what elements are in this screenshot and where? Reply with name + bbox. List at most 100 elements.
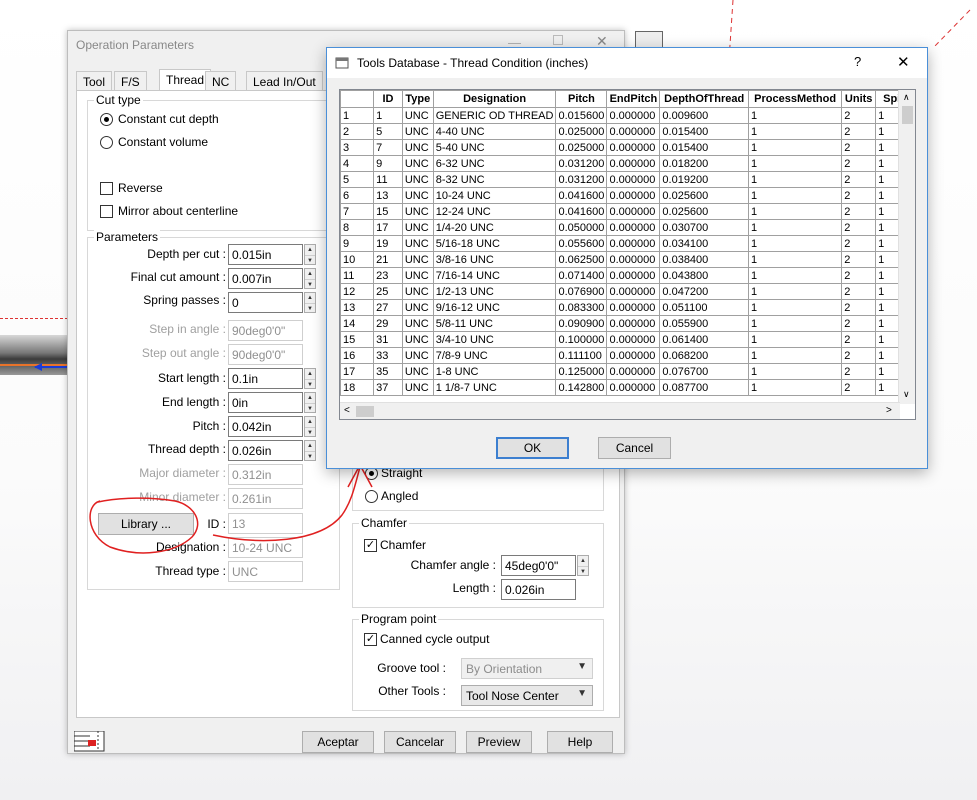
table-cell[interactable]: 7 [373, 139, 403, 156]
table-cell[interactable]: 2 [841, 155, 877, 172]
table-cell[interactable]: 7/8-9 UNC [432, 347, 557, 364]
chamfer-angle-spinner[interactable]: ▲ ▼ [577, 555, 589, 576]
table-cell[interactable]: 9 [373, 155, 403, 172]
horizontal-scroll-thumb[interactable] [356, 406, 374, 417]
start-length-spinner[interactable]: ▲ ▼ [304, 368, 316, 389]
scroll-down-icon[interactable]: ∨ [903, 389, 910, 400]
table-cell[interactable]: 2 [841, 123, 877, 140]
table-cell[interactable]: 0.000000 [606, 155, 661, 172]
row-header-cell[interactable]: 16 [340, 347, 375, 364]
table-cell[interactable]: 1 [747, 139, 843, 156]
depth-per-cut-input[interactable]: 0.015in [228, 244, 303, 265]
table-row[interactable]: 16 33 UNC 7/8-9 UNC 0.111100 0.000000 0.068200… [340, 347, 915, 364]
table-cell[interactable]: 2 [841, 283, 877, 300]
table-cell[interactable]: UNC [401, 267, 434, 284]
table-cell[interactable]: 0.055600 [555, 235, 608, 252]
canned-cycle-checkbox[interactable]: ✓ [364, 633, 377, 646]
table-row[interactable]: 8 17 UNC 1/4-20 UNC 0.050000 0.000000 0.030700… [340, 219, 915, 236]
table-cell[interactable]: UNC [401, 331, 434, 348]
table-row[interactable]: 13 27 UNC 9/16-12 UNC 0.083300 0.000000 0.0511… [340, 299, 915, 316]
table-cell[interactable]: 1 1/8-7 UNC [432, 379, 557, 396]
table-row[interactable]: 7 15 UNC 12-24 UNC 0.041600 0.000000 0.025600 1… [340, 203, 915, 220]
table-cell[interactable]: 2 [841, 107, 877, 124]
row-header-cell[interactable]: 7 [340, 203, 375, 220]
table-cell[interactable]: 0.071400 [555, 267, 608, 284]
table-cell[interactable]: 10-24 UNC [432, 187, 557, 204]
table-cell[interactable]: 4-40 UNC [432, 123, 557, 140]
table-cell[interactable]: 1 [747, 187, 843, 204]
table-cell[interactable]: 1 [747, 267, 843, 284]
table-cell[interactable]: 5 [373, 123, 403, 140]
table-cell[interactable]: UNC [401, 171, 434, 188]
table-cell[interactable]: 0.031200 [555, 155, 608, 172]
scroll-up-icon[interactable]: ∧ [903, 92, 910, 103]
row-header-cell[interactable]: 3 [340, 139, 375, 156]
table-cell[interactable]: UNC [401, 347, 434, 364]
table-cell[interactable]: 0.031200 [555, 171, 608, 188]
table-cell[interactable]: 0.034100 [659, 235, 749, 252]
table-cell[interactable]: 0.087700 [659, 379, 749, 396]
table-row[interactable]: 2 5 UNC 4-40 UNC 0.025000 0.000000 0.015400 1 2 1 [340, 123, 915, 140]
table-cell[interactable]: 37 [373, 379, 403, 396]
table-cell[interactable]: 0.000000 [606, 139, 661, 156]
table-cell[interactable]: 0.000000 [606, 347, 661, 364]
thread-type-input[interactable]: UNC [228, 561, 303, 582]
table-cell[interactable]: 0.018200 [659, 155, 749, 172]
step-in-input[interactable]: 90deg0'0" [228, 320, 303, 341]
row-header-cell[interactable]: 9 [340, 235, 375, 252]
row-header-cell[interactable]: 14 [340, 315, 375, 332]
table-cell[interactable]: 0.030700 [659, 219, 749, 236]
table-cell[interactable]: 0.019200 [659, 171, 749, 188]
table-cell[interactable]: 1 [747, 107, 843, 124]
table-cell[interactable]: UNC [401, 235, 434, 252]
row-header-cell[interactable]: 8 [340, 219, 375, 236]
column-header[interactable]: Designation [432, 90, 557, 108]
table-cell[interactable]: 23 [373, 267, 403, 284]
table-cell[interactable]: 2 [841, 315, 877, 332]
horizontal-scrollbar[interactable]: < > [340, 402, 900, 419]
table-cell[interactable]: 7/16-14 UNC [432, 267, 557, 284]
help-icon[interactable]: ? [854, 54, 861, 69]
table-cell[interactable]: 0.000000 [606, 363, 661, 380]
cancel-button[interactable]: Cancelar [384, 731, 456, 753]
radio-constant-volume[interactable] [100, 136, 113, 149]
table-cell[interactable]: 9/16-12 UNC [432, 299, 557, 316]
table-cell[interactable]: 13 [373, 187, 403, 204]
thread-tool-icon[interactable] [74, 731, 106, 753]
table-cell[interactable]: 0.015400 [659, 139, 749, 156]
table-cell[interactable]: 1 [747, 331, 843, 348]
table-cell[interactable]: 1 [747, 155, 843, 172]
table-cell[interactable]: 33 [373, 347, 403, 364]
column-header[interactable]: Pitch [555, 90, 608, 108]
table-row[interactable]: 10 21 UNC 3/8-16 UNC 0.062500 0.000000 0.03840… [340, 251, 915, 268]
table-cell[interactable]: 8-32 UNC [432, 171, 557, 188]
table-cell[interactable]: 0.015600 [555, 107, 608, 124]
table-cell[interactable]: 17 [373, 219, 403, 236]
row-header-cell[interactable]: 11 [340, 267, 375, 284]
table-cell[interactable]: 1 [747, 315, 843, 332]
column-header[interactable]: Type [401, 90, 434, 108]
table-row[interactable]: 17 35 UNC 1-8 UNC 0.125000 0.000000 0.076700 1 2… [340, 363, 915, 380]
column-header[interactable]: DepthOfThread [659, 90, 749, 108]
table-cell[interactable]: 0.000000 [606, 123, 661, 140]
row-header-cell[interactable]: 18 [340, 379, 375, 396]
column-header[interactable]: Units [841, 90, 877, 108]
table-cell[interactable]: UNC [401, 107, 434, 124]
table-cell[interactable]: 0.025600 [659, 203, 749, 220]
table-row[interactable]: 15 31 UNC 3/4-10 UNC 0.100000 0.000000 0.06140… [340, 331, 915, 348]
table-cell[interactable]: 1 [747, 251, 843, 268]
table-cell[interactable]: 0.051100 [659, 299, 749, 316]
table-cell[interactable]: GENERIC OD THREAD [432, 107, 557, 124]
table-cell[interactable]: 0.041600 [555, 203, 608, 220]
table-cell[interactable]: 1 [747, 235, 843, 252]
table-cell[interactable]: UNC [401, 187, 434, 204]
table-cell[interactable]: UNC [401, 155, 434, 172]
table-cell[interactable]: UNC [401, 299, 434, 316]
table-cell[interactable]: 0.061400 [659, 331, 749, 348]
table-row[interactable]: 9 19 UNC 5/16-18 UNC 0.055600 0.000000 0.03410… [340, 235, 915, 252]
column-header[interactable]: ProcessMethod [747, 90, 843, 108]
other-tools-select[interactable]: Tool Nose Center ▼ [461, 685, 593, 706]
table-cell[interactable]: 1 [747, 219, 843, 236]
table-cell[interactable]: 1 [747, 363, 843, 380]
chamfer-length-input[interactable]: 0.026in [501, 579, 576, 600]
